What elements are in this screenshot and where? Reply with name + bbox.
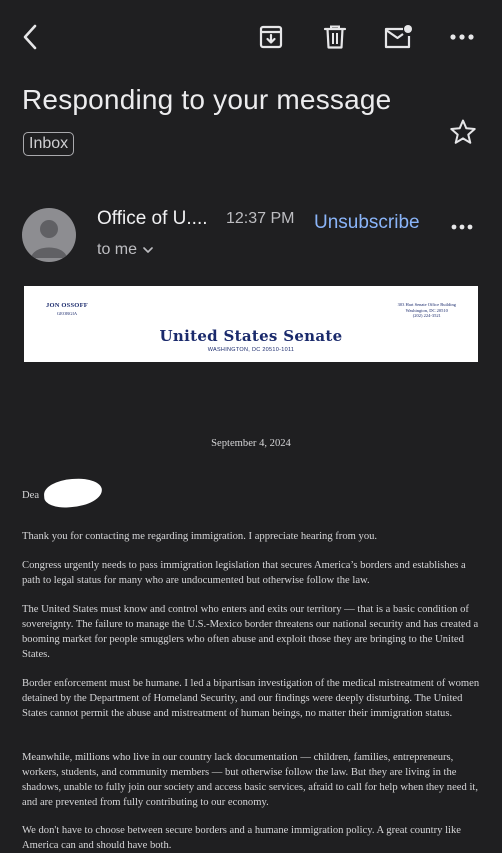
redaction-scribble bbox=[43, 477, 103, 509]
senate-title-block: United States Senate WASHINGTON, DC 2051… bbox=[24, 327, 478, 353]
office-line: 303 Hart Senate Office Building bbox=[397, 302, 456, 307]
mark-unread-button[interactable] bbox=[383, 22, 413, 52]
archive-icon bbox=[259, 25, 283, 49]
office-address: 303 Hart Senate Office Building Washingt… bbox=[398, 302, 456, 319]
archive-button[interactable] bbox=[256, 22, 286, 52]
sender-more-button[interactable] bbox=[450, 218, 476, 230]
more-options-button[interactable] bbox=[447, 22, 477, 52]
unsubscribe-link[interactable]: Unsubscribe bbox=[314, 212, 420, 234]
avatar[interactable] bbox=[22, 208, 76, 262]
sender-name[interactable]: Office of U.... bbox=[97, 208, 208, 230]
senator-state: GEORGIA bbox=[56, 311, 78, 316]
star-button[interactable] bbox=[449, 118, 477, 146]
delete-button[interactable] bbox=[320, 22, 350, 52]
letter-paragraph: Thank you for contacting me regarding im… bbox=[22, 531, 378, 542]
recipient-label: to me bbox=[97, 241, 138, 258]
star-icon bbox=[450, 119, 476, 144]
letter-paragraph: Border enforcement must be humane. I led… bbox=[22, 678, 480, 719]
person-icon bbox=[31, 220, 67, 258]
senator-name: JON OSSOFF bbox=[46, 302, 88, 309]
senate-letterhead: JON OSSOFF GEORGIA 303 Hart Senate Offic… bbox=[24, 286, 478, 362]
recipient-dropdown[interactable]: to me bbox=[97, 241, 153, 259]
back-button[interactable] bbox=[16, 22, 46, 52]
more-horizontal-icon bbox=[451, 224, 473, 230]
letter-paragraph: Meanwhile, millions who live in our coun… bbox=[22, 752, 478, 808]
senator-block: JON OSSOFF GEORGIA bbox=[46, 302, 88, 316]
letter-paragraph: We don't have to choose between secure b… bbox=[22, 825, 461, 851]
email-subject: Responding to your message bbox=[22, 84, 392, 115]
mark-unread-icon bbox=[384, 25, 412, 49]
inbox-label[interactable]: Inbox bbox=[23, 132, 75, 156]
letter-date: September 4, 2024 bbox=[211, 438, 291, 449]
letter-paragraph: The United States must know and control … bbox=[22, 604, 479, 660]
chevron-left-icon bbox=[23, 24, 37, 50]
trash-icon bbox=[323, 25, 347, 49]
letter-paragraph: Congress urgently needs to pass immigrat… bbox=[22, 560, 466, 586]
senate-address: WASHINGTON, DC 20510-1011 bbox=[207, 347, 295, 353]
chevron-down-icon bbox=[143, 246, 153, 253]
senate-title: United States Senate bbox=[159, 327, 343, 345]
email-time: 12:37 PM bbox=[226, 210, 295, 227]
salutation: Dea bbox=[22, 490, 40, 501]
more-horizontal-icon bbox=[450, 34, 474, 40]
office-line: (202) 224-3521 bbox=[412, 313, 441, 318]
